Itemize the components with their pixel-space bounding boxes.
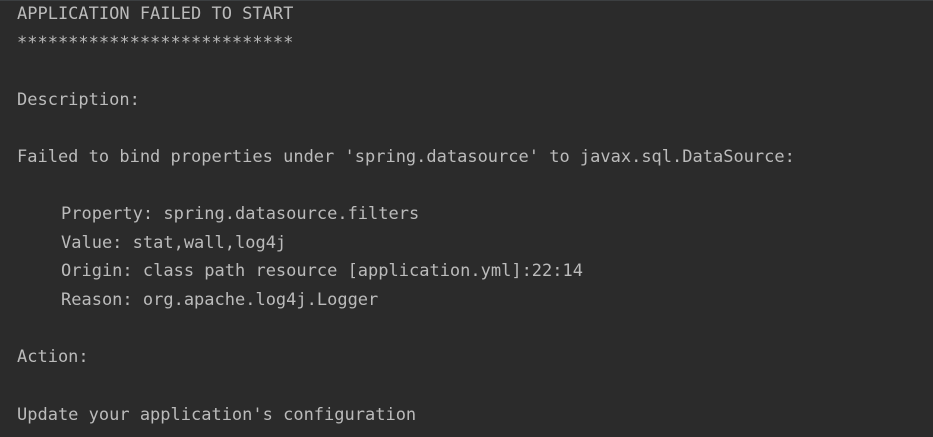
reason-line: Reason: org.apache.log4j.Logger [61, 290, 379, 310]
property-line: Property: spring.datasource.filters [61, 204, 420, 224]
failure-message: Failed to bind properties under 'spring.… [17, 147, 795, 167]
origin-line: Origin: class path resource [application… [61, 261, 583, 281]
value-line: Value: stat,wall,log4j [61, 233, 287, 253]
console-output[interactable]: APPLICATION FAILED TO START ************… [0, 0, 933, 437]
separator-line: *************************** [17, 33, 294, 53]
action-label: Action: [17, 347, 89, 367]
error-title: APPLICATION FAILED TO START [17, 4, 294, 24]
action-message: Update your application's configuration [17, 405, 417, 425]
description-label: Description: [17, 90, 140, 110]
